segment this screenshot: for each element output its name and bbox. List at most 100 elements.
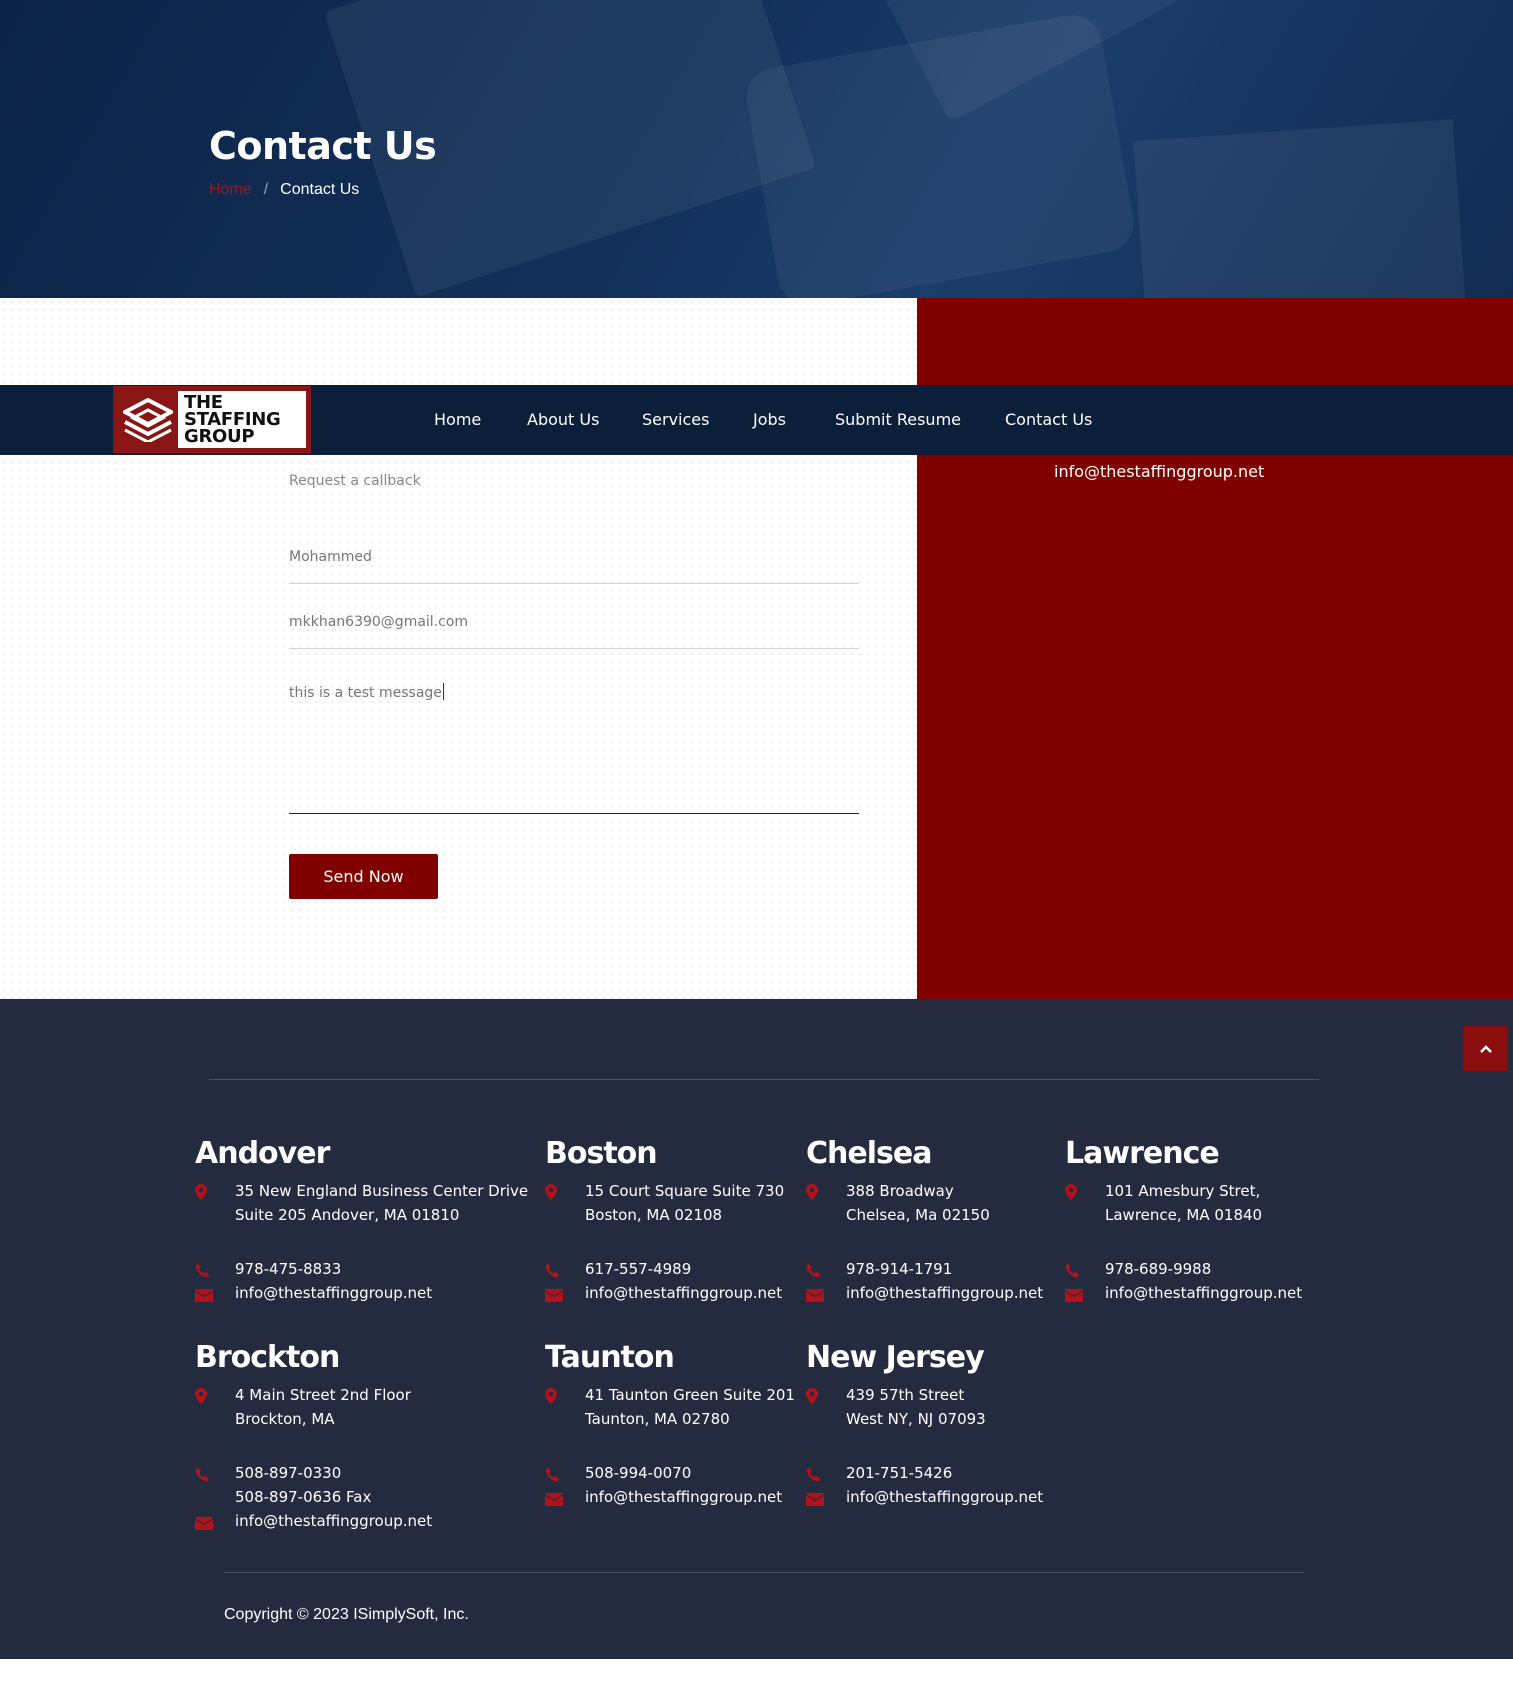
office-name: Andover — [195, 1136, 330, 1171]
phone-icon — [1065, 1261, 1081, 1278]
phone-number[interactable]: 978-914-1791 — [846, 1257, 1043, 1281]
office-email: info@thestaffinggroup.net — [545, 1281, 784, 1305]
envelope-icon — [195, 1286, 213, 1302]
office-email: info@thestaffinggroup.net — [806, 1281, 1043, 1305]
envelope-icon — [545, 1490, 563, 1506]
scroll-to-top-button[interactable] — [1463, 1026, 1508, 1071]
nav-item-about-us[interactable]: About Us — [527, 410, 599, 429]
office-phone: 508-897-0330 508-897-0636 Fax — [195, 1461, 432, 1509]
office-email-link[interactable]: info@thestaffinggroup.net — [585, 1485, 795, 1509]
address-line: Lawrence, MA 01840 — [1105, 1206, 1263, 1224]
office-card-chelsea: Chelsea 388 Broadway Chelsea, Ma 02150 978-… — [806, 1136, 1043, 1305]
phone-number[interactable]: 201-751-5426 — [846, 1461, 1043, 1485]
office-phone: 978-914-1791 — [806, 1257, 1043, 1281]
office-email-link[interactable]: info@thestaffinggroup.net — [585, 1281, 784, 1305]
office-phone: 978-689-9988 — [1065, 1257, 1302, 1281]
office-address: 41 Taunton Green Suite 201 Taunton, MA 02… — [545, 1383, 795, 1431]
envelope-icon — [806, 1286, 824, 1302]
office-address: 439 57th Street West NY, NJ 07093 — [806, 1383, 1043, 1431]
form-heading: Request a callback — [289, 473, 421, 489]
office-email-link[interactable]: info@thestaffinggroup.net — [235, 1509, 432, 1533]
envelope-icon — [545, 1286, 563, 1302]
phone-icon — [806, 1261, 822, 1278]
envelope-icon — [195, 1514, 213, 1530]
hero-background-shape — [1133, 119, 1467, 298]
office-address: 35 New England Business Center Drive Suit… — [195, 1179, 528, 1227]
address-line: 388 Broadway — [846, 1182, 954, 1200]
address-line: Boston, MA 02108 — [585, 1206, 723, 1224]
footer-divider — [209, 1079, 1319, 1080]
office-email: info@thestaffinggroup.net — [195, 1281, 528, 1305]
nav-item-jobs[interactable]: Jobs — [753, 410, 786, 429]
nav-item-contact-us[interactable]: Contact Us — [1005, 410, 1092, 429]
office-card-lawrence: Lawrence 101 Amesbury Stret, Lawrence, MA … — [1065, 1136, 1302, 1305]
office-name: New Jersey — [806, 1340, 985, 1375]
phone-number[interactable]: 508-994-0070 — [585, 1461, 795, 1485]
office-phone: 617-557-4989 — [545, 1257, 784, 1281]
message-textarea-value: this is a test message — [289, 685, 442, 701]
site-footer — [0, 999, 1513, 1659]
phone-icon — [545, 1465, 561, 1482]
copyright-text: Copyright © 2023 ISimplySoft, Inc. — [224, 1606, 469, 1623]
office-email-link[interactable]: info@thestaffinggroup.net — [235, 1281, 528, 1305]
map-pin-icon — [545, 1183, 561, 1200]
office-email-link[interactable]: info@thestaffinggroup.net — [1105, 1281, 1302, 1305]
text-caret — [442, 683, 444, 700]
phone-number[interactable]: 617-557-4989 — [585, 1257, 784, 1281]
address-line: 41 Taunton Green Suite 201 — [585, 1386, 795, 1404]
contact-email-link[interactable]: info@thestaffinggroup.net — [1054, 462, 1264, 481]
address-line: West NY, NJ 07093 — [846, 1410, 986, 1428]
office-address: 101 Amesbury Stret, Lawrence, MA 01840 — [1065, 1179, 1302, 1227]
phone-number[interactable]: 978-475-8833 — [235, 1257, 528, 1281]
page-title: Contact Us — [209, 124, 437, 168]
site-logo[interactable]: THE STAFFING GROUP — [113, 386, 311, 453]
office-email: info@thestaffinggroup.net — [1065, 1281, 1302, 1305]
office-name: Lawrence — [1065, 1136, 1220, 1171]
address-line: 4 Main Street 2nd Floor — [235, 1386, 411, 1404]
address-line: Taunton, MA 02780 — [585, 1410, 730, 1428]
office-email: info@thestaffinggroup.net — [545, 1485, 795, 1509]
address-line: 35 New England Business Center Drive — [235, 1182, 529, 1200]
logo-text-line: GROUP — [184, 426, 255, 447]
office-email-link[interactable]: info@thestaffinggroup.net — [846, 1485, 1043, 1509]
address-line: Chelsea, Ma 02150 — [846, 1206, 990, 1224]
phone-icon — [195, 1465, 211, 1482]
address-line: 439 57th Street — [846, 1386, 965, 1404]
office-email: info@thestaffinggroup.net — [195, 1509, 432, 1533]
map-pin-icon — [806, 1387, 822, 1404]
office-phone: 201-751-5426 — [806, 1461, 1043, 1485]
address-line: Brockton, MA — [235, 1410, 335, 1428]
footer-divider — [224, 1572, 1304, 1573]
office-card-taunton: Taunton 41 Taunton Green Suite 201 Taunton… — [545, 1340, 795, 1509]
office-address: 15 Court Square Suite 730 Boston, MA 0210… — [545, 1179, 784, 1227]
map-pin-icon — [545, 1387, 561, 1404]
office-name: Taunton — [545, 1340, 675, 1375]
breadcrumb: Home / Contact Us — [209, 181, 359, 199]
nav-item-services[interactable]: Services — [642, 410, 709, 429]
phone-number[interactable]: 508-897-0330 — [235, 1461, 432, 1485]
breadcrumb-separator: / — [263, 181, 269, 198]
office-email-link[interactable]: info@thestaffinggroup.net — [846, 1281, 1043, 1305]
office-card-new-jersey: New Jersey 439 57th Street West NY, NJ 070… — [806, 1340, 1043, 1509]
name-field[interactable]: Mohammed — [289, 549, 859, 584]
logo-chevron-icon — [118, 391, 178, 448]
phone-icon — [806, 1465, 822, 1482]
nav-item-submit-resume[interactable]: Submit Resume — [835, 410, 961, 429]
message-textarea[interactable]: this is a test message — [289, 683, 859, 814]
email-field[interactable]: mkkhan6390@gmail.com — [289, 614, 859, 649]
office-name: Brockton — [195, 1340, 340, 1375]
phone-number[interactable]: 508-897-0636 Fax — [235, 1485, 432, 1509]
phone-number[interactable]: 978-689-9988 — [1105, 1257, 1302, 1281]
address-line: Suite 205 Andover, MA 01810 — [235, 1206, 460, 1224]
email-field-value: mkkhan6390@gmail.com — [289, 614, 469, 630]
nav-item-home[interactable]: Home — [434, 410, 481, 429]
breadcrumb-current: Contact Us — [280, 181, 360, 198]
office-card-brockton: Brockton 4 Main Street 2nd Floor Brockton,… — [195, 1340, 432, 1533]
envelope-icon — [806, 1490, 824, 1506]
breadcrumb-home-link[interactable]: Home — [209, 181, 252, 198]
office-name: Chelsea — [806, 1136, 932, 1171]
map-pin-icon — [195, 1387, 211, 1404]
office-email: info@thestaffinggroup.net — [806, 1485, 1043, 1509]
send-now-button[interactable]: Send Now — [289, 854, 438, 899]
office-address: 4 Main Street 2nd Floor Brockton, MA — [195, 1383, 432, 1431]
